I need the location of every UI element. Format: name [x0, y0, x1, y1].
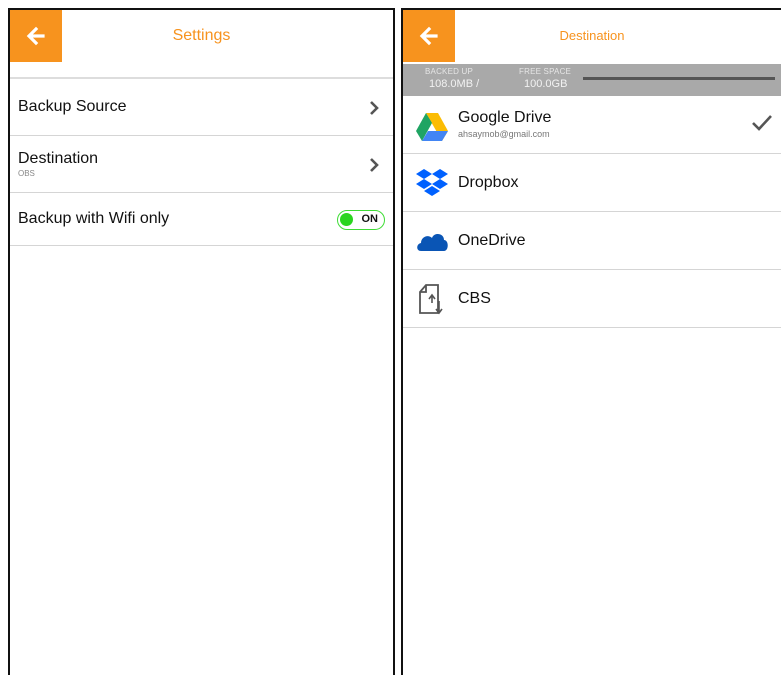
row-label: Destination	[18, 150, 99, 167]
destination-google-drive[interactable]: Google Drive ahsaymob@gmail.com	[403, 96, 781, 154]
checkmark-icon	[752, 115, 772, 131]
chevron-right-icon	[370, 101, 379, 115]
wifi-only-toggle[interactable]: ON	[337, 210, 385, 230]
page-title: Settings	[172, 27, 231, 44]
destination-label: CBS	[458, 290, 491, 307]
dropbox-icon	[416, 169, 448, 196]
backup-source-row[interactable]: Backup Source	[10, 79, 393, 136]
toggle-knob	[340, 213, 353, 226]
settings-screen: Settings Backup Source Destination OBS B…	[8, 8, 395, 675]
destination-value: OBS	[18, 169, 35, 178]
destination-label: OneDrive	[458, 232, 526, 249]
free-space-caption: FREE SPACE	[519, 67, 572, 76]
page-title: Destination	[559, 28, 625, 43]
destination-onedrive[interactable]: OneDrive	[403, 212, 781, 270]
destination-label: Dropbox	[458, 174, 519, 191]
cbs-file-icon	[419, 284, 443, 315]
toggle-state: ON	[361, 213, 379, 225]
destination-header: Destination	[403, 10, 781, 62]
onedrive-icon	[417, 234, 448, 251]
storage-usage-line	[583, 77, 775, 80]
backed-up-caption: BACKED UP	[425, 67, 474, 76]
row-label: Backup Source	[18, 98, 127, 115]
storage-bar: BACKED UP 108.0MB / FREE SPACE 100.0GB	[403, 64, 781, 96]
settings-header: Settings	[10, 10, 393, 62]
google-drive-icon	[416, 113, 448, 141]
backed-up-value: 108.0MB /	[429, 78, 480, 90]
row-label: Backup with Wifi only	[18, 210, 170, 227]
wifi-only-row: Backup with Wifi only ON	[10, 193, 393, 246]
destination-row[interactable]: Destination OBS	[10, 136, 393, 193]
account-email: ahsaymob@gmail.com	[458, 129, 550, 139]
chevron-right-icon	[370, 158, 379, 172]
destination-screen: Destination BACKED UP 108.0MB / FREE SPA…	[401, 8, 781, 675]
destination-dropbox[interactable]: Dropbox	[403, 154, 781, 212]
destination-cbs[interactable]: CBS	[403, 270, 781, 328]
free-space-value: 100.0GB	[524, 78, 568, 90]
destination-label: Google Drive	[458, 109, 552, 126]
